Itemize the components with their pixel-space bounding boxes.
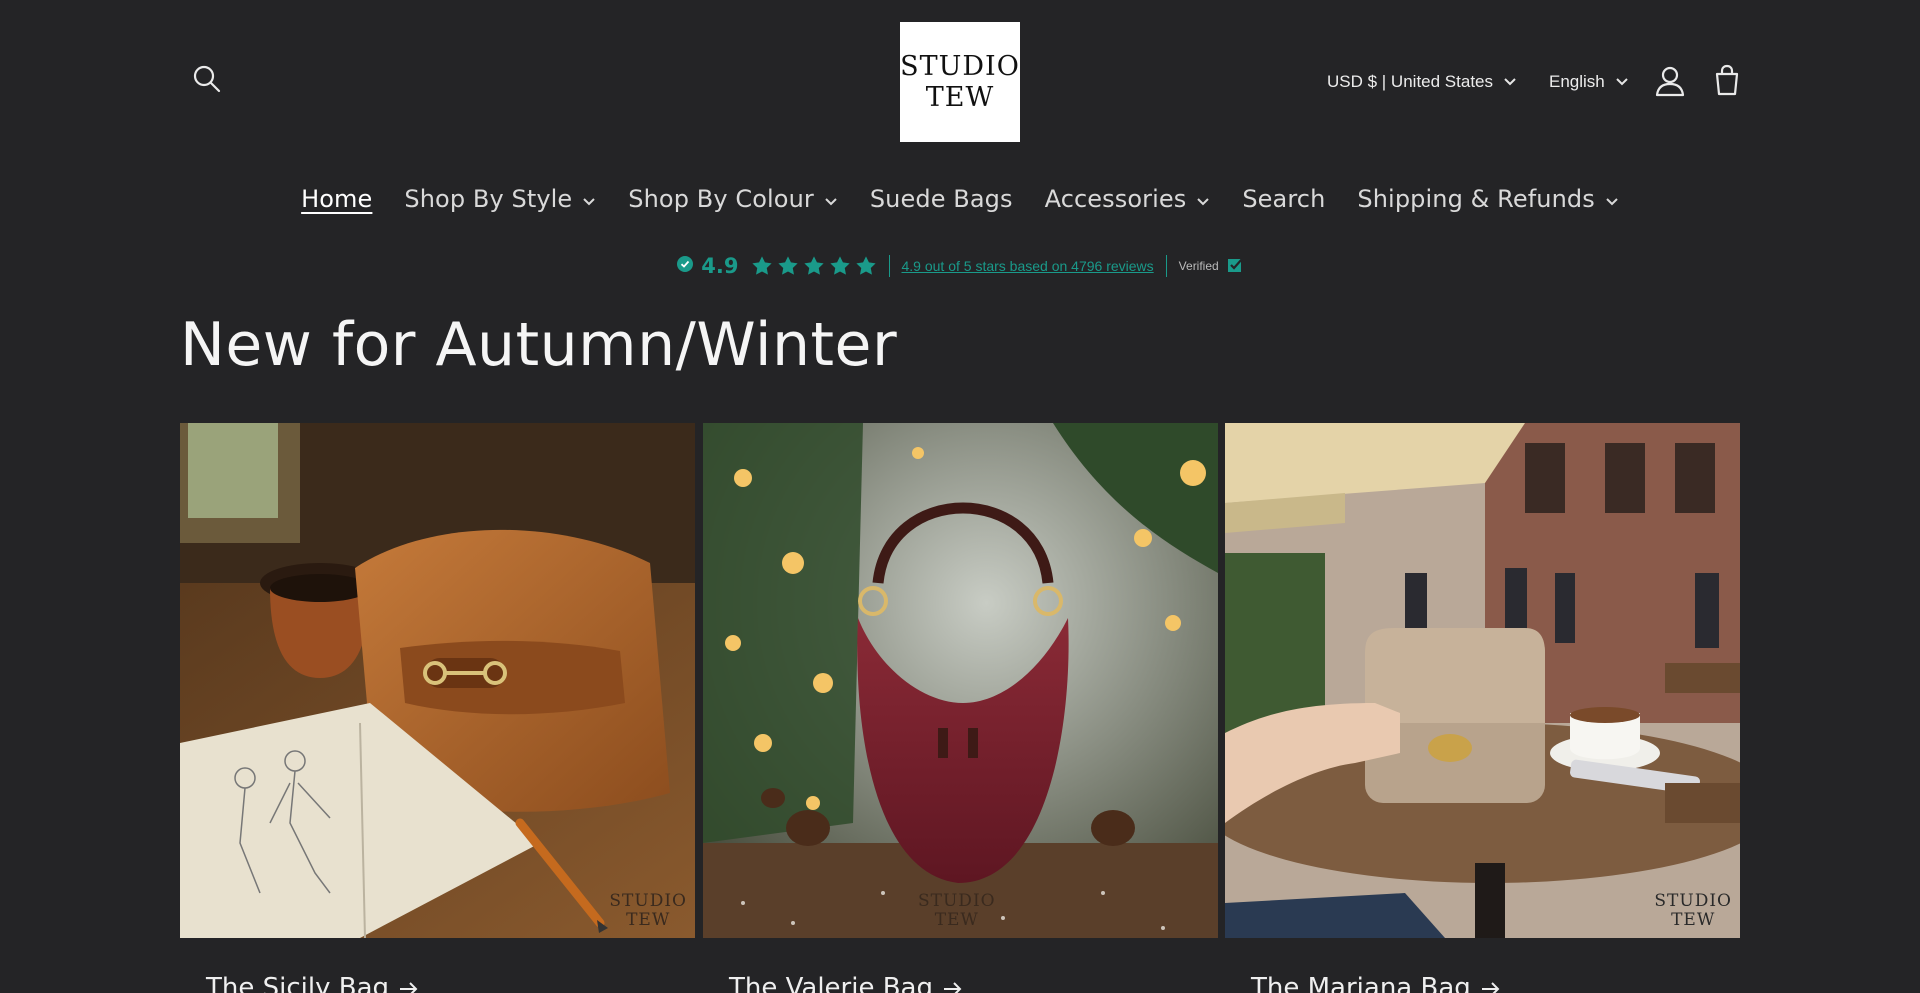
nav-item-label: Shop By Style bbox=[404, 185, 573, 213]
product-card[interactable]: STUDIO TEW The Valerie Bag bbox=[703, 423, 1218, 993]
arrow-right-icon bbox=[399, 973, 419, 993]
star-rating bbox=[751, 255, 877, 277]
star-icon bbox=[751, 256, 772, 275]
product-name: The Mariana Bag bbox=[1251, 973, 1471, 993]
account-icon[interactable] bbox=[1653, 64, 1687, 98]
product-title-link[interactable]: The Valerie Bag bbox=[729, 973, 963, 993]
currency-selector[interactable]: USD $ | United States bbox=[1327, 62, 1517, 102]
section-title: New for Autumn/Winter bbox=[180, 310, 898, 380]
logo-line-1: STUDIO bbox=[900, 51, 1020, 82]
chevron-down-icon bbox=[582, 185, 596, 213]
nav-item-shipping-refunds[interactable]: Shipping & Refunds bbox=[1341, 185, 1634, 213]
nav-item-home[interactable]: Home bbox=[285, 185, 388, 213]
search-icon[interactable] bbox=[192, 64, 226, 98]
verified-badge: Verified bbox=[1179, 257, 1243, 276]
nav-item-shop-by-style[interactable]: Shop By Style bbox=[388, 185, 612, 213]
product-image-valerie-bag[interactable]: STUDIO TEW bbox=[703, 423, 1218, 938]
chevron-down-icon bbox=[1196, 185, 1210, 213]
main-nav: Home Shop By Style Shop By Colour Suede … bbox=[0, 177, 1920, 221]
logo-line-2: TEW bbox=[925, 82, 995, 113]
nav-item-label: Search bbox=[1242, 185, 1326, 213]
star-icon bbox=[803, 256, 824, 275]
arrow-right-icon bbox=[943, 973, 963, 993]
image-watermark: STUDIO TEW bbox=[609, 891, 687, 930]
check-circle-icon bbox=[677, 255, 694, 277]
currency-label: USD $ | United States bbox=[1327, 72, 1493, 91]
nav-item-label: Suede Bags bbox=[869, 185, 1013, 213]
verified-check-icon bbox=[1227, 257, 1243, 276]
star-icon bbox=[777, 256, 798, 275]
nav-item-shop-by-colour[interactable]: Shop By Colour bbox=[612, 185, 854, 213]
site-header: STUDIO TEW USD $ | United States English bbox=[0, 0, 1920, 162]
nav-item-suede-bags[interactable]: Suede Bags bbox=[854, 185, 1029, 213]
image-watermark: STUDIO TEW bbox=[1654, 891, 1732, 930]
chevron-down-icon bbox=[824, 185, 838, 213]
product-name: The Sicily Bag bbox=[206, 973, 390, 993]
nav-item-label: Accessories bbox=[1044, 185, 1187, 213]
arrow-right-icon bbox=[1481, 973, 1501, 993]
reviews-summary-link[interactable]: 4.9 out of 5 stars based on 4796 reviews bbox=[902, 258, 1154, 274]
product-title-link[interactable]: The Mariana Bag bbox=[1251, 973, 1501, 993]
product-card[interactable]: STUDIO TEW The Sicily Bag bbox=[180, 423, 695, 993]
star-icon bbox=[855, 256, 876, 275]
chevron-down-icon bbox=[1503, 77, 1517, 87]
language-selector[interactable]: English bbox=[1549, 62, 1629, 102]
verified-label: Verified bbox=[1178, 259, 1219, 273]
rating-badge: 4.9 bbox=[677, 254, 739, 278]
rating-value: 4.9 bbox=[701, 254, 739, 278]
nav-item-label: Shipping & Refunds bbox=[1357, 185, 1595, 213]
language-label: English bbox=[1549, 72, 1605, 91]
cart-icon[interactable] bbox=[1710, 63, 1744, 97]
nav-item-search[interactable]: Search bbox=[1226, 185, 1341, 213]
product-image-mariana-bag[interactable]: STUDIO TEW bbox=[1225, 423, 1740, 938]
chevron-down-icon bbox=[1605, 185, 1619, 213]
product-name: The Valerie Bag bbox=[729, 973, 933, 993]
product-title-link[interactable]: The Sicily Bag bbox=[206, 973, 419, 993]
star-icon bbox=[829, 256, 850, 275]
nav-item-accessories[interactable]: Accessories bbox=[1029, 185, 1227, 213]
nav-item-label: Shop By Colour bbox=[628, 185, 814, 213]
image-watermark: STUDIO TEW bbox=[918, 891, 996, 930]
divider bbox=[1165, 255, 1167, 277]
divider bbox=[888, 255, 890, 277]
studio-tew-logo[interactable]: STUDIO TEW bbox=[900, 22, 1020, 142]
product-card[interactable]: STUDIO TEW The Mariana Bag bbox=[1225, 423, 1740, 993]
nav-item-label: Home bbox=[301, 185, 373, 213]
chevron-down-icon bbox=[1615, 77, 1629, 87]
product-image-sicily-bag[interactable]: STUDIO TEW bbox=[180, 423, 695, 938]
reviews-bar: 4.9 4.9 out of 5 stars based on 4796 rev… bbox=[0, 251, 1920, 281]
